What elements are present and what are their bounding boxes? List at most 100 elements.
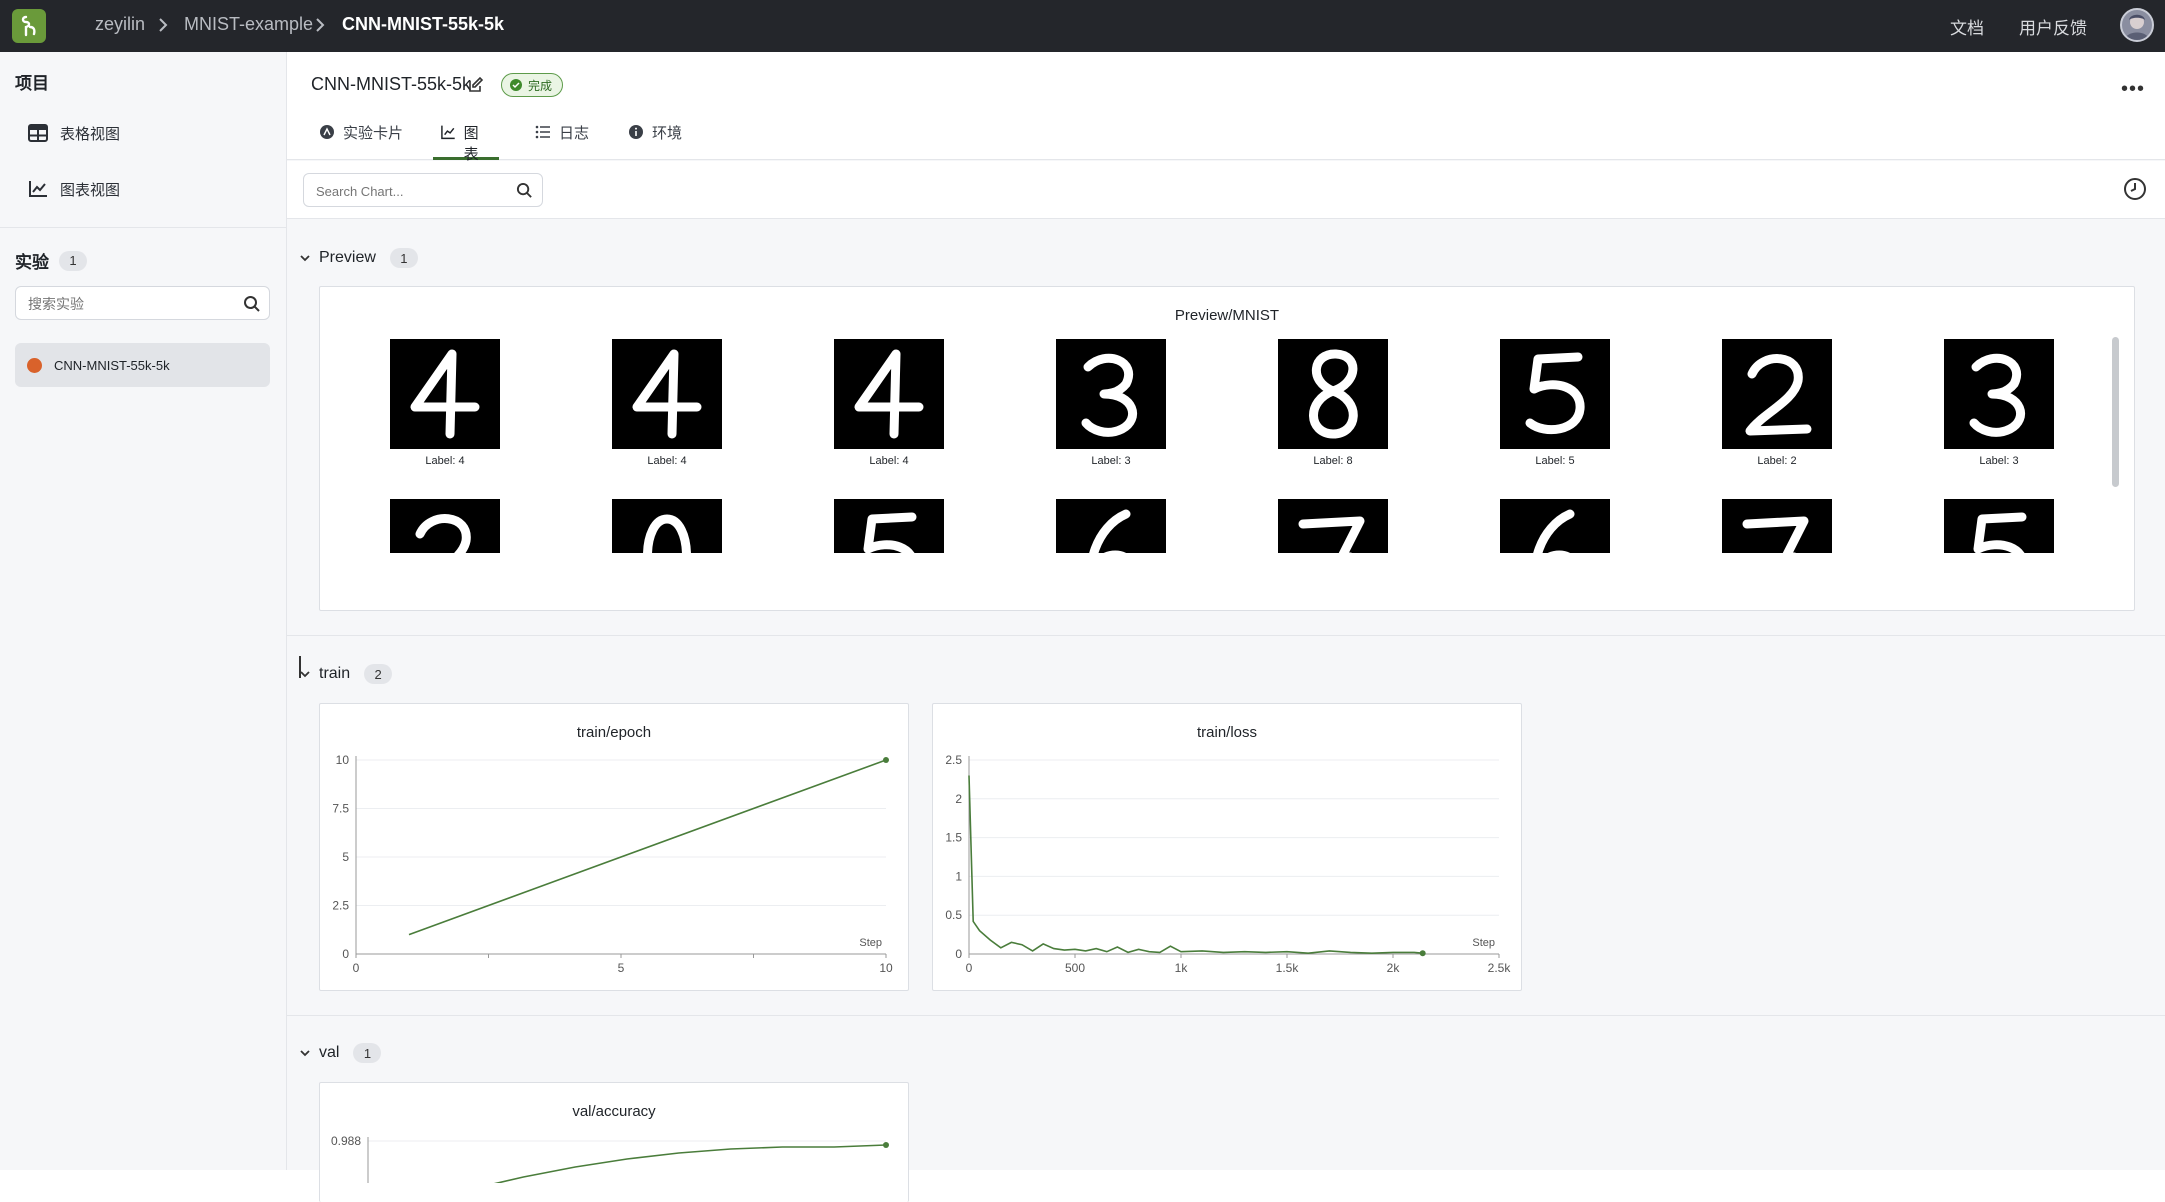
mnist-label: Label: 4 bbox=[819, 455, 959, 467]
info-icon bbox=[628, 124, 644, 140]
preview-scrollbar[interactable] bbox=[2112, 337, 2119, 487]
app-logo[interactable] bbox=[12, 9, 46, 43]
experiment-search-box[interactable] bbox=[15, 286, 270, 320]
train-epoch-chart: 02.557.5100510Step bbox=[320, 704, 910, 992]
chart-card-val-accuracy[interactable]: val/accuracy 0.988 bbox=[319, 1082, 909, 1202]
search-icon[interactable] bbox=[516, 182, 533, 199]
experiment-list-item[interactable]: CNN-MNIST-55k-5k bbox=[15, 343, 270, 387]
table-icon bbox=[28, 124, 48, 142]
sidebar-item-table-view[interactable]: 表格视图 bbox=[28, 120, 120, 146]
section-count-badge: 1 bbox=[353, 1043, 381, 1063]
section-header-train[interactable]: train 2 bbox=[299, 664, 392, 684]
last-data-point bbox=[883, 757, 889, 763]
y-tick-label: 10 bbox=[336, 753, 350, 767]
sidebar-item-chart-view[interactable]: 图表视图 bbox=[28, 176, 120, 202]
chart-card-train-epoch[interactable]: train/epoch 02.557.5100510Step bbox=[319, 703, 909, 991]
tab-experiment-card[interactable]: 实验卡片 bbox=[319, 122, 403, 160]
status-badge: 完成 bbox=[501, 73, 563, 97]
mnist-label: Label: 4 bbox=[375, 455, 515, 467]
section-divider bbox=[287, 1015, 2165, 1016]
mnist-image-row2-1 bbox=[612, 499, 722, 553]
mnist-label: Label: 3 bbox=[1929, 455, 2069, 467]
preview-mnist-card: Preview/MNIST Label: 4Label: 4Label: 4La… bbox=[319, 286, 2135, 611]
mnist-image-row2-5 bbox=[1500, 499, 1610, 553]
feedback-link[interactable]: 用户反馈 bbox=[2019, 14, 2087, 39]
y-tick-label: 2.5 bbox=[332, 899, 349, 913]
y-tick-label: 7.5 bbox=[332, 802, 349, 816]
section-title: val bbox=[319, 1044, 339, 1062]
top-navigation-bar: zeyilin MNIST-example CNN-MNIST-55k-5k 文… bbox=[0, 0, 2165, 52]
mnist-image-4 bbox=[1278, 339, 1388, 449]
mnist-image-row2-7 bbox=[1944, 499, 2054, 553]
y-tick-label: 0.5 bbox=[945, 908, 962, 922]
mnist-image-grid: Label: 4Label: 4Label: 4Label: 3Label: 8… bbox=[320, 287, 2110, 553]
experiments-count-badge: 1 bbox=[59, 251, 87, 271]
mnist-image-6 bbox=[1722, 339, 1832, 449]
check-circle-icon bbox=[510, 79, 522, 91]
last-data-point bbox=[883, 1142, 889, 1148]
train-loss-chart: 00.511.522.505001k1.5k2k2.5kStep bbox=[933, 704, 1523, 992]
sidebar: 项目 表格视图 图表视图 实验 1 CNN-MNIST-55k-5k bbox=[0, 52, 287, 1170]
chevron-down-icon bbox=[299, 1047, 311, 1059]
edit-icon[interactable] bbox=[467, 76, 485, 94]
tab-environment[interactable]: 环境 bbox=[628, 122, 682, 160]
chart-toolbar bbox=[287, 161, 2165, 219]
breadcrumb-user[interactable]: zeyilin bbox=[95, 14, 145, 35]
x-tick-label: 2k bbox=[1387, 961, 1401, 975]
main-content: CNN-MNIST-55k-5k 完成 ••• 实验卡片 图表 日志 环境 bbox=[287, 52, 2165, 1170]
chevron-right-icon bbox=[314, 16, 326, 34]
x-tick-label: 500 bbox=[1065, 961, 1085, 975]
mnist-label: Label: 5 bbox=[1485, 455, 1625, 467]
chevron-down-icon bbox=[299, 252, 311, 264]
section-header-val[interactable]: val 1 bbox=[299, 1043, 381, 1063]
chart-search-box[interactable] bbox=[303, 173, 543, 207]
more-options-button[interactable]: ••• bbox=[2121, 78, 2145, 101]
mnist-image-3 bbox=[1056, 339, 1166, 449]
breadcrumb-experiment[interactable]: CNN-MNIST-55k-5k bbox=[342, 14, 504, 35]
tab-logs[interactable]: 日志 bbox=[535, 122, 589, 160]
tab-label: 实验卡片 bbox=[343, 122, 403, 143]
y-tick-label: 1.5 bbox=[945, 831, 962, 845]
x-tick-label: 1.5k bbox=[1276, 961, 1300, 975]
chart-search-input[interactable] bbox=[316, 182, 506, 200]
experiment-search-input[interactable] bbox=[28, 294, 228, 314]
series-line bbox=[409, 760, 886, 935]
chart-card-train-loss[interactable]: train/loss 00.511.522.505001k1.5k2k2.5kS… bbox=[932, 703, 1522, 991]
user-avatar[interactable] bbox=[2120, 8, 2154, 42]
tab-label: 日志 bbox=[559, 122, 589, 143]
section-count-badge: 1 bbox=[390, 248, 418, 268]
logo-icon bbox=[18, 14, 40, 38]
history-clock-icon[interactable] bbox=[2123, 177, 2147, 201]
avatar-icon bbox=[2122, 10, 2152, 40]
mnist-image-5 bbox=[1500, 339, 1610, 449]
sidebar-item-label: 表格视图 bbox=[60, 123, 120, 144]
experiment-color-dot bbox=[27, 358, 42, 373]
x-tick-label: 2.5k bbox=[1488, 961, 1512, 975]
sidebar-divider bbox=[0, 227, 287, 228]
chevron-down-icon bbox=[299, 668, 311, 680]
mnist-image-row2-6 bbox=[1722, 499, 1832, 553]
section-divider bbox=[287, 635, 2165, 636]
y-tick-label: 0 bbox=[955, 947, 962, 961]
mnist-image-1 bbox=[612, 339, 722, 449]
sidebar-item-label: 图表视图 bbox=[60, 179, 120, 200]
docs-link[interactable]: 文档 bbox=[1950, 14, 1984, 39]
experiment-list-item-name: CNN-MNIST-55k-5k bbox=[54, 358, 170, 373]
mnist-image-row2-4 bbox=[1278, 499, 1388, 553]
mnist-label: Label: 8 bbox=[1263, 455, 1403, 467]
project-heading: 项目 bbox=[15, 69, 49, 94]
search-icon[interactable] bbox=[243, 295, 261, 313]
section-header-preview[interactable]: Preview 1 bbox=[299, 248, 418, 268]
breadcrumb-project[interactable]: MNIST-example bbox=[184, 14, 313, 35]
chevron-right-icon bbox=[157, 16, 169, 34]
mnist-image-0 bbox=[390, 339, 500, 449]
list-icon bbox=[535, 124, 551, 140]
val-accuracy-chart: 0.988 bbox=[320, 1083, 910, 1183]
tab-charts[interactable]: 图表 bbox=[433, 122, 499, 160]
mnist-label: Label: 2 bbox=[1707, 455, 1847, 467]
experiments-title: 实验 bbox=[15, 248, 49, 273]
mnist-image-2 bbox=[834, 339, 944, 449]
mnist-image-row2-3 bbox=[1056, 499, 1166, 553]
x-tick-label: 10 bbox=[879, 961, 893, 975]
tab-label: 环境 bbox=[652, 122, 682, 143]
